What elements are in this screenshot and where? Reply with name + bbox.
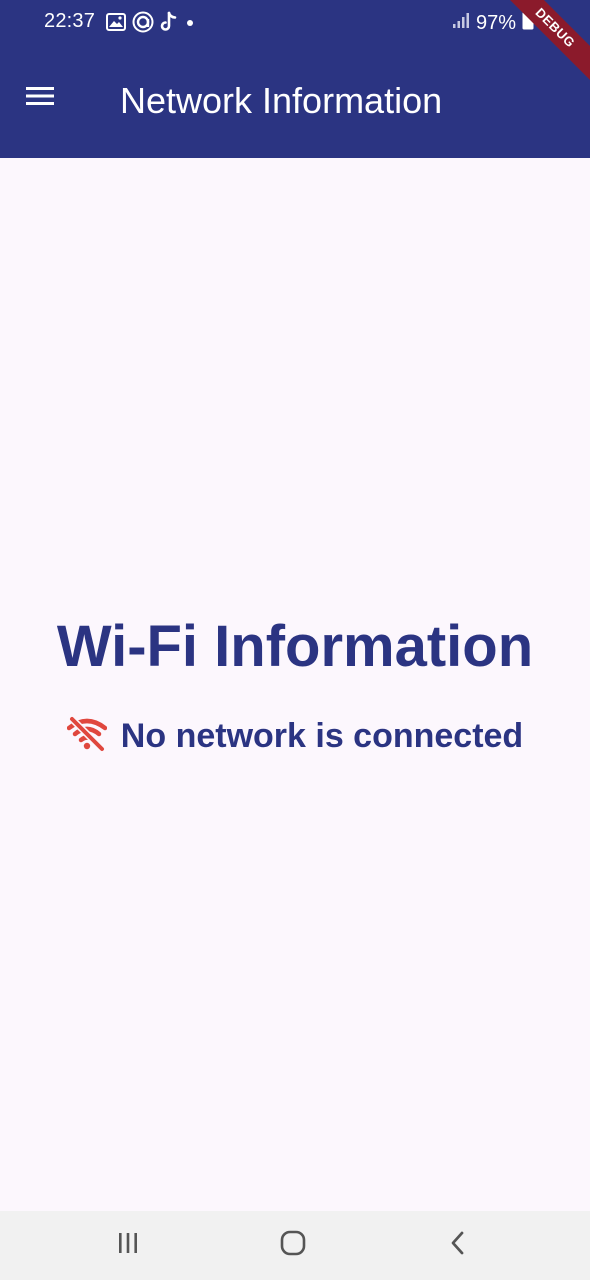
wifi-off-icon xyxy=(66,715,108,757)
home-icon xyxy=(280,1230,306,1261)
tiktok-icon xyxy=(160,11,178,38)
menu-button[interactable] xyxy=(16,74,64,122)
gallery-icon xyxy=(106,13,126,36)
system-nav-bar xyxy=(0,1211,590,1280)
app-bar: Network Information xyxy=(0,46,590,158)
battery-percent: 97% xyxy=(475,11,516,34)
hamburger-menu-icon xyxy=(26,86,54,111)
home-button[interactable] xyxy=(263,1225,323,1265)
status-bar: 22:37 97% xyxy=(0,0,590,46)
recent-apps-icon xyxy=(117,1232,139,1259)
recent-apps-button[interactable] xyxy=(98,1225,158,1265)
connection-status-text: No network is connected xyxy=(120,717,524,755)
connection-status-row: No network is connected xyxy=(0,715,590,757)
status-time: 22:37 xyxy=(44,10,96,32)
signal-icon xyxy=(452,11,470,35)
main-content: Wi-Fi Information No network is connecte… xyxy=(0,158,590,1211)
app-title: Network Information xyxy=(120,80,443,121)
app-icon xyxy=(132,11,154,38)
back-icon xyxy=(450,1231,466,1260)
notification-icons xyxy=(106,11,196,38)
back-button[interactable] xyxy=(428,1225,488,1265)
wifi-heading: Wi-Fi Information xyxy=(56,614,534,679)
dot-icon xyxy=(184,16,196,34)
status-right: 97% xyxy=(452,10,534,36)
